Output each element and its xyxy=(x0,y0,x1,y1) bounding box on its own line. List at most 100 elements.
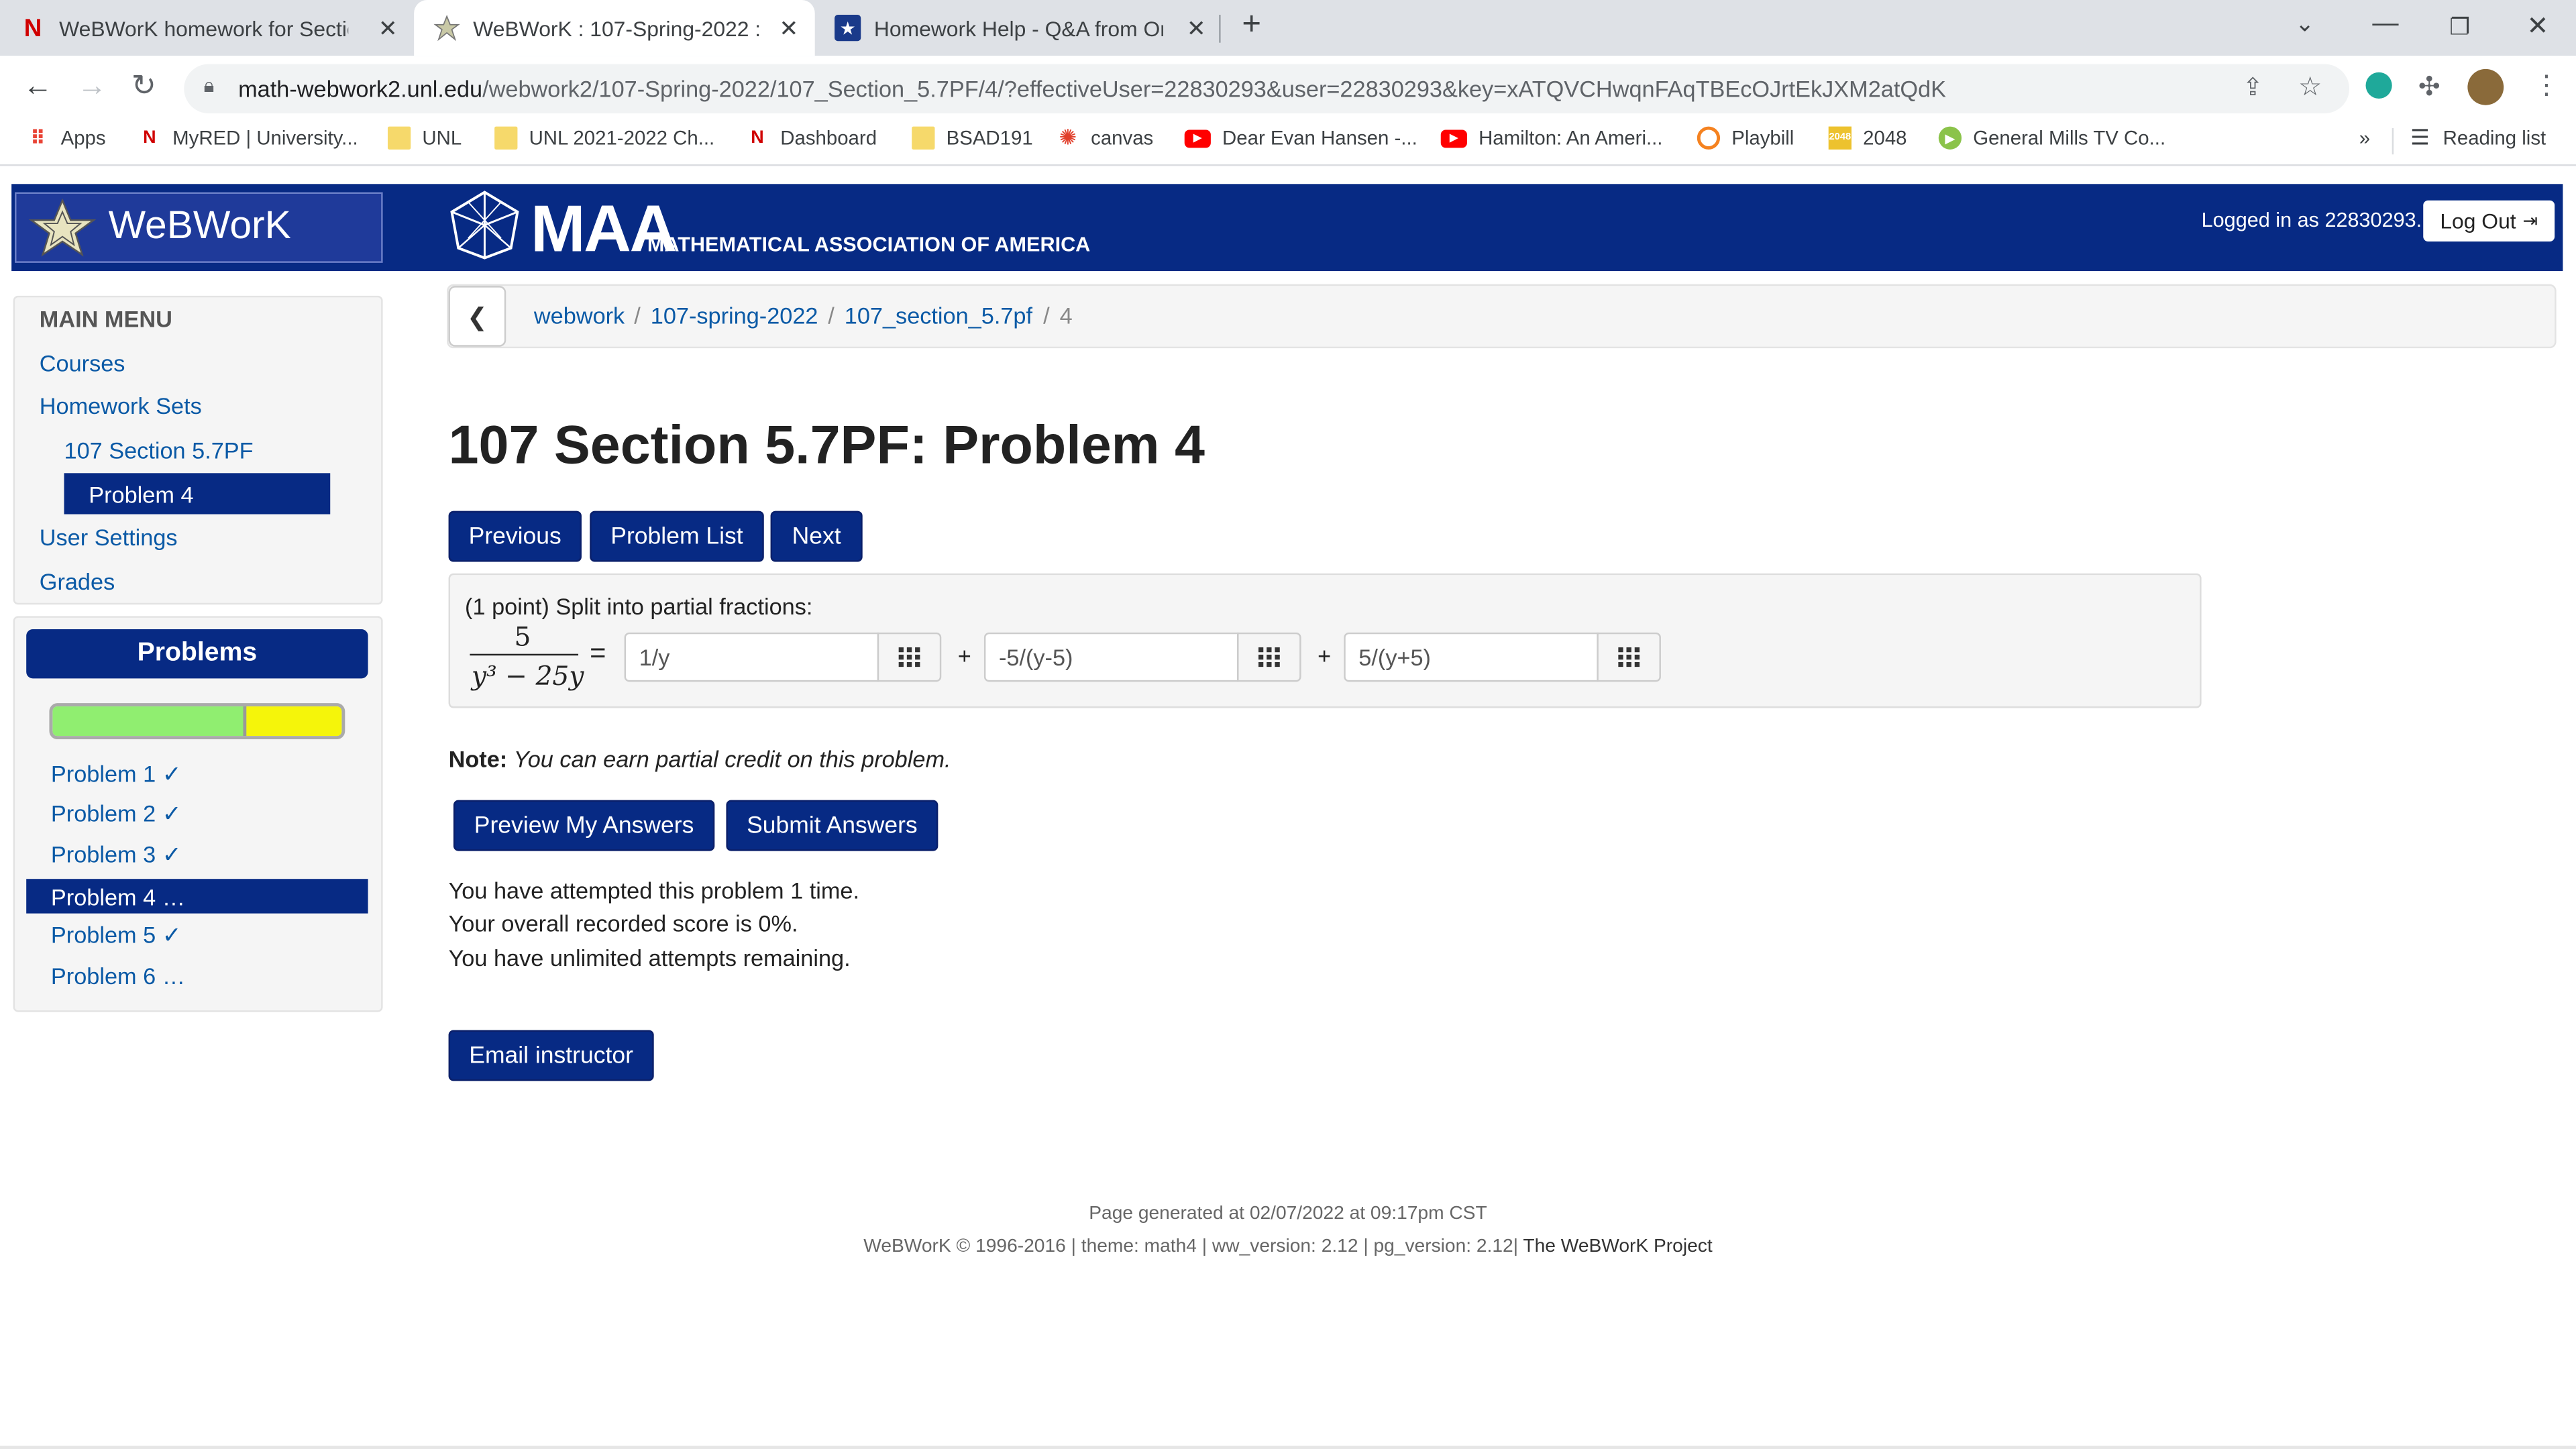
previous-button[interactable]: Previous xyxy=(448,511,582,562)
new-tab-icon[interactable]: + xyxy=(1242,7,1261,44)
submit-answers-button[interactable]: Submit Answers xyxy=(726,800,938,851)
problem-link-5[interactable]: Problem 5 ✓ xyxy=(51,922,182,950)
breadcrumb-set[interactable]: 107_section_5.7pf xyxy=(845,303,1032,329)
progress-correct-segment xyxy=(52,706,247,737)
menu-homework-sets[interactable]: Homework Sets xyxy=(40,392,202,419)
menu-grades[interactable]: Grades xyxy=(40,568,115,594)
note-label: Note: xyxy=(448,745,508,773)
reading-list-button[interactable]: ☰ Reading list xyxy=(2408,125,2546,150)
main-menu-title: MAIN MENU xyxy=(39,305,172,332)
bookmark-unl[interactable]: UNL xyxy=(387,126,462,150)
folder-icon xyxy=(387,126,411,150)
breadcrumb-separator: / xyxy=(634,302,641,329)
logout-button[interactable]: Log Out ⇥ xyxy=(2423,200,2555,241)
menu-courses[interactable]: Courses xyxy=(40,350,125,376)
more-menu-icon[interactable]: ⋮ xyxy=(2533,69,2559,102)
next-button[interactable]: Next xyxy=(770,511,863,562)
plus-sign: + xyxy=(1318,642,1332,669)
restore-icon[interactable]: ❐ xyxy=(2449,13,2470,42)
problem-link-4-active[interactable]: Problem 4 … xyxy=(26,879,368,914)
bookmark-bsad191[interactable]: BSAD191 xyxy=(912,126,1033,150)
logged-in-status: Logged in as 22830293. xyxy=(2201,209,2422,232)
equation-editor-button-1[interactable] xyxy=(877,632,942,682)
youtube-icon: ▶ xyxy=(1440,129,1467,148)
problem-link-6[interactable]: Problem 6 … xyxy=(51,963,185,989)
breadcrumb-webwork[interactable]: webwork xyxy=(534,303,625,329)
webwork-project-link[interactable]: The WeBWorK Project xyxy=(1523,1237,1712,1256)
bookmark-label: Dashboard xyxy=(780,126,877,150)
answer-input-1[interactable]: 1/y xyxy=(624,632,879,682)
score-status: Your overall recorded score is 0%. xyxy=(448,910,798,936)
bookmark-myred[interactable]: N MyRED | University... xyxy=(138,127,358,150)
bookmark-label: canvas xyxy=(1091,126,1154,150)
bookmark-label: Playbill xyxy=(1731,126,1794,150)
nebraska-n-icon: N xyxy=(23,13,42,42)
note-text: You can earn partial credit on this prob… xyxy=(513,745,951,773)
problem-list-button[interactable]: Problem List xyxy=(590,511,764,562)
preview-answers-button[interactable]: Preview My Answers xyxy=(453,800,715,851)
menu-user-settings[interactable]: User Settings xyxy=(40,524,178,550)
bookmarks-bar: ⠿ Apps N MyRED | University... UNL UNL 202… xyxy=(0,118,2576,166)
bookmark-hamilton[interactable]: ▶ Hamilton: An Ameri... xyxy=(1440,126,1663,150)
browser-toolbar: ← → ↻ 🔒︎ math-webwork2.unl.edu/webwork2/… xyxy=(0,56,2576,119)
email-instructor-button[interactable]: Email instructor xyxy=(448,1030,654,1081)
problem-link-2[interactable]: Problem 2 ✓ xyxy=(51,800,182,828)
close-tab-icon[interactable]: ✕ xyxy=(1187,14,1206,42)
keypad-grid-icon xyxy=(1617,647,1639,667)
breadcrumb-separator: / xyxy=(1043,302,1050,329)
browser-tab-2-active[interactable]: WeBWorK : 107-Spring-2022 : 10 ✕ xyxy=(414,0,815,56)
bookmark-dear-evan[interactable]: ▶ Dear Evan Hansen -... xyxy=(1184,127,1417,150)
close-tab-icon[interactable]: ✕ xyxy=(779,14,798,42)
bookmark-apps[interactable]: ⠿ Apps xyxy=(26,127,106,150)
answer-input-3[interactable]: 5/(y+5) xyxy=(1344,632,1599,682)
footer-generated-text: Page generated at 02/07/2022 at 09:17pm … xyxy=(1089,1204,1487,1224)
bookmark-divider xyxy=(2392,128,2394,155)
close-window-icon[interactable]: ✕ xyxy=(2527,10,2549,43)
puzzle-extensions-icon[interactable]: ✣ xyxy=(2418,70,2440,103)
share-icon[interactable]: ⇪ xyxy=(2243,72,2263,102)
keypad-grid-icon xyxy=(1257,647,1279,667)
star-badge-icon: ★ xyxy=(835,15,861,42)
equation-editor-button-2[interactable] xyxy=(1237,632,1301,682)
bookmark-2048[interactable]: 2048 2048 xyxy=(1828,126,1907,150)
bookmark-dashboard[interactable]: N Dashboard xyxy=(746,127,877,150)
problem-link-1[interactable]: Problem 1 ✓ xyxy=(51,761,182,789)
bookmark-playbill[interactable]: Playbill xyxy=(1697,126,1794,150)
menu-current-problem[interactable]: Problem 4 xyxy=(64,473,331,515)
back-chevron-icon[interactable]: ❮ xyxy=(448,286,506,347)
set-progress-bar xyxy=(49,703,345,740)
webwork-star-icon xyxy=(26,198,99,266)
bookmark-unl-2021[interactable]: UNL 2021-2022 Ch... xyxy=(494,126,715,150)
bookmark-label: Hamilton: An Ameri... xyxy=(1479,126,1663,150)
bookmark-label: General Mills TV Co... xyxy=(1973,126,2166,150)
minimize-icon[interactable]: — xyxy=(2372,10,2398,40)
tab-search-chevron-icon[interactable]: ⌄ xyxy=(2295,10,2314,38)
logout-label: Log Out xyxy=(2440,209,2516,233)
address-bar[interactable]: 🔒︎ math-webwork2.unl.edu/webwork2/107-Sp… xyxy=(184,64,2350,113)
bookmark-star-icon[interactable]: ☆ xyxy=(2298,70,2322,103)
extension-icon[interactable] xyxy=(2365,72,2392,99)
attempts-status: You have attempted this problem 1 time. xyxy=(448,877,860,904)
close-tab-icon[interactable]: ✕ xyxy=(378,14,398,42)
problems-title: Problems xyxy=(26,629,368,679)
menu-set-107-section[interactable]: 107 Section 5.7PF xyxy=(64,437,254,463)
game-2048-icon: 2048 xyxy=(1828,126,1851,150)
bookmark-label: UNL xyxy=(422,126,462,150)
browser-tab-1[interactable]: N WeBWorK homework for Section ✕ xyxy=(19,0,414,56)
answer-input-2[interactable]: -5/(y-5) xyxy=(983,632,1239,682)
profile-avatar[interactable] xyxy=(2467,68,2504,105)
reload-icon[interactable]: ↻ xyxy=(131,69,156,103)
back-arrow-icon[interactable]: ← xyxy=(23,69,52,103)
browser-tab-3[interactable]: ★ Homework Help - Q&A from Onl ✕ xyxy=(835,0,1222,56)
tab-title: WeBWorK : 107-Spring-2022 : 10 xyxy=(473,15,763,41)
bookmark-general-mills[interactable]: ▶ General Mills TV Co... xyxy=(1938,126,2166,150)
breadcrumb-course[interactable]: 107-spring-2022 xyxy=(651,303,818,329)
problem-link-3[interactable]: Problem 3 ✓ xyxy=(51,841,182,869)
partial-credit-note: Note: You can earn partial credit on thi… xyxy=(449,746,951,772)
bookmarks-overflow-icon[interactable]: » xyxy=(2359,127,2370,150)
bookmark-label: UNL 2021-2022 Ch... xyxy=(529,126,715,150)
equation-editor-button-3[interactable] xyxy=(1597,632,1661,682)
bookmark-canvas[interactable]: ✺ canvas xyxy=(1057,125,1154,150)
forward-arrow-icon[interactable]: → xyxy=(77,69,107,103)
equals-sign: = xyxy=(590,637,606,669)
